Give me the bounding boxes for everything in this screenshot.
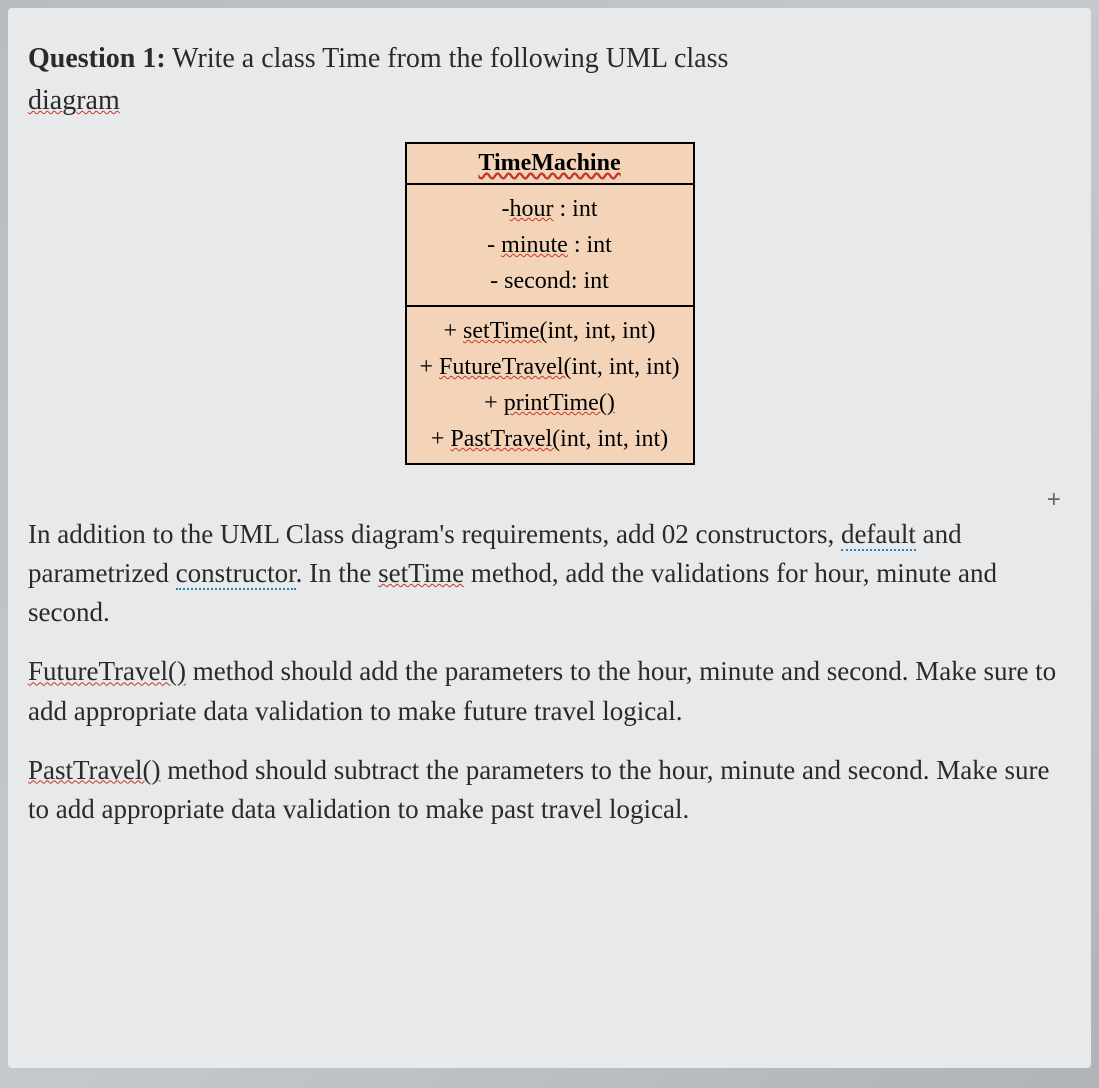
uml-method-printTime: + printTime(): [417, 385, 683, 421]
uml-attr-minute: - minute : int: [417, 227, 683, 263]
document-page: Question 1: Write a class Time from the …: [8, 8, 1091, 1068]
question-text: Write a class Time from the following UM…: [166, 43, 729, 74]
uml-attr-hour: -hour : int: [417, 191, 683, 227]
uml-class-box: TimeMachine -hour : int - minute : int -…: [405, 142, 695, 465]
uml-attributes: -hour : int - minute : int - second: int: [407, 185, 693, 307]
uml-methods: + setTime(int, int, int) + FutureTravel(…: [407, 307, 693, 463]
uml-method-setTime: + setTime(int, int, int): [417, 313, 683, 349]
word-default: default: [841, 519, 916, 551]
word-setTime: setTime: [378, 558, 464, 588]
word-constructor: constructor: [176, 558, 296, 590]
uml-method-futureTravel: + FutureTravel(int, int, int): [417, 349, 683, 385]
paragraph-1: In addition to the UML Class diagram's r…: [28, 515, 1071, 632]
word-futureTravel: FutureTravel(): [28, 656, 186, 686]
question-label: Question 1:: [28, 43, 166, 74]
paragraph-3: PastTravel() method should subtract the …: [28, 751, 1071, 829]
uml-attr-second: - second: int: [417, 263, 683, 299]
question-header: Question 1: Write a class Time from the …: [28, 38, 1071, 122]
word-pastTravel: PastTravel(): [28, 755, 161, 785]
uml-method-pastTravel: + PastTravel(int, int, int): [417, 421, 683, 457]
uml-class-name: TimeMachine: [407, 144, 693, 185]
paragraph-2: FutureTravel() method should add the par…: [28, 652, 1071, 730]
question-diagram-word: diagram: [28, 85, 120, 116]
plus-icon: +: [1047, 488, 1061, 515]
uml-container: TimeMachine -hour : int - minute : int -…: [28, 142, 1071, 465]
